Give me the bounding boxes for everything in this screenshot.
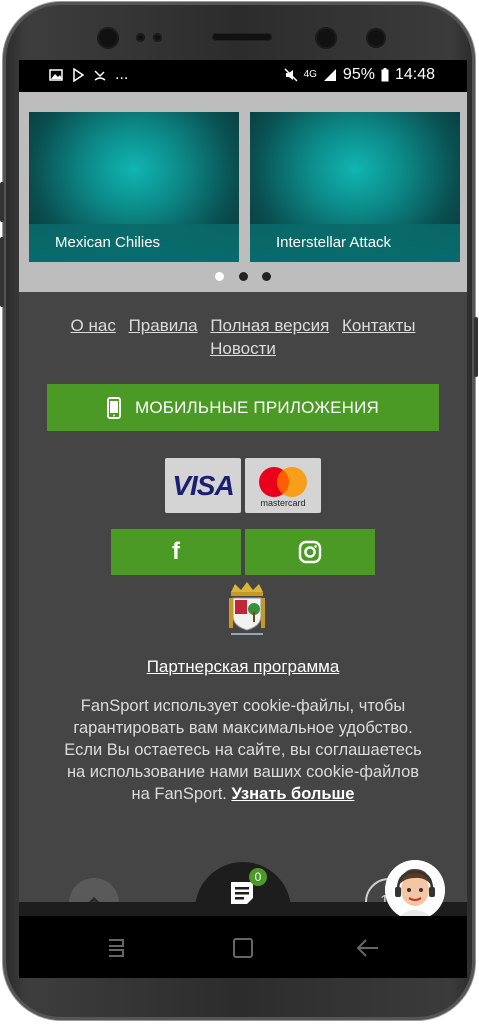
clock: 14:48 bbox=[394, 66, 435, 83]
mute-icon bbox=[284, 68, 298, 82]
mobile-apps-label: МОБИЛЬНЫЕ ПРИЛОЖЕНИЯ bbox=[134, 397, 380, 417]
visa-logo: VISA bbox=[165, 458, 241, 513]
betslip-icon bbox=[231, 882, 253, 904]
more-notifications: ... bbox=[115, 66, 129, 83]
proximity-sensor bbox=[136, 33, 145, 42]
battery-icon bbox=[381, 68, 389, 82]
missed-call-icon bbox=[94, 70, 106, 81]
visa-text: VISA bbox=[172, 469, 234, 501]
back-icon[interactable] bbox=[356, 938, 380, 958]
game-card-interstellar-attack[interactable]: Interstellar Attack bbox=[250, 112, 460, 262]
volume-down-button bbox=[0, 237, 4, 307]
battery-percent: 95% bbox=[342, 66, 375, 83]
carousel-pagination bbox=[19, 268, 467, 286]
web-page: Mexican Chilies Interstellar Attack О на… bbox=[19, 92, 467, 978]
android-nav-bar bbox=[19, 916, 467, 978]
light-sensor bbox=[153, 33, 162, 42]
power-button bbox=[474, 317, 478, 377]
phone-frame: ... 4G 95% 14:48 Mexican Chilies Interst… bbox=[0, 2, 478, 1020]
signal-icon bbox=[323, 69, 336, 81]
front-sensor bbox=[97, 27, 119, 49]
cookie-notice: FanSport использует cookie-файлы, чтобы … bbox=[59, 695, 427, 805]
facebook-icon: f bbox=[172, 538, 180, 565]
license-crest-icon bbox=[229, 582, 265, 635]
gallery-icon bbox=[49, 69, 63, 81]
volume-up-button bbox=[0, 182, 4, 222]
game-title: Interstellar Attack bbox=[250, 224, 460, 262]
partner-program-link[interactable]: Партнерская программа bbox=[19, 657, 467, 677]
earpiece-speaker bbox=[212, 33, 272, 41]
footer-links: О нас Правила Полная версия Контакты Нов… bbox=[39, 314, 447, 360]
link-full-version[interactable]: Полная версия bbox=[210, 316, 329, 335]
status-bar: ... 4G 95% 14:48 bbox=[19, 60, 467, 92]
instagram-button[interactable] bbox=[245, 529, 375, 575]
front-camera bbox=[315, 27, 337, 49]
mobile-apps-button[interactable]: МОБИЛЬНЫЕ ПРИЛОЖЕНИЯ bbox=[47, 384, 439, 431]
play-store-icon bbox=[73, 68, 85, 82]
recent-apps-icon[interactable] bbox=[105, 938, 127, 958]
game-title: Mexican Chilies bbox=[29, 224, 239, 262]
smartphone-icon bbox=[106, 396, 121, 419]
game-card-mexican-chilies[interactable]: Mexican Chilies bbox=[29, 112, 239, 262]
link-rules[interactable]: Правила bbox=[129, 316, 198, 335]
network-type: 4G bbox=[303, 69, 317, 80]
mastercard-logo: mastercard bbox=[245, 458, 321, 513]
home-icon[interactable] bbox=[232, 937, 254, 959]
carousel-dot-3[interactable] bbox=[261, 272, 271, 281]
instagram-icon bbox=[298, 540, 322, 564]
iris-scanner bbox=[366, 28, 386, 48]
cookie-more-link[interactable]: Узнать больше bbox=[231, 785, 354, 803]
screen: ... 4G 95% 14:48 Mexican Chilies Interst… bbox=[19, 60, 467, 978]
betslip-count-badge: 0 bbox=[249, 868, 267, 886]
facebook-button[interactable]: f bbox=[111, 529, 241, 575]
carousel-dot-2[interactable] bbox=[238, 272, 248, 281]
mastercard-text: mastercard bbox=[260, 498, 306, 508]
link-news[interactable]: Новости bbox=[210, 339, 276, 358]
support-agent-icon bbox=[385, 860, 445, 920]
carousel-dot-1[interactable] bbox=[215, 272, 225, 281]
link-contacts[interactable]: Контакты bbox=[342, 316, 415, 335]
link-about[interactable]: О нас bbox=[71, 316, 116, 335]
games-carousel[interactable]: Mexican Chilies Interstellar Attack bbox=[19, 92, 467, 292]
support-chat-button[interactable] bbox=[385, 860, 445, 920]
